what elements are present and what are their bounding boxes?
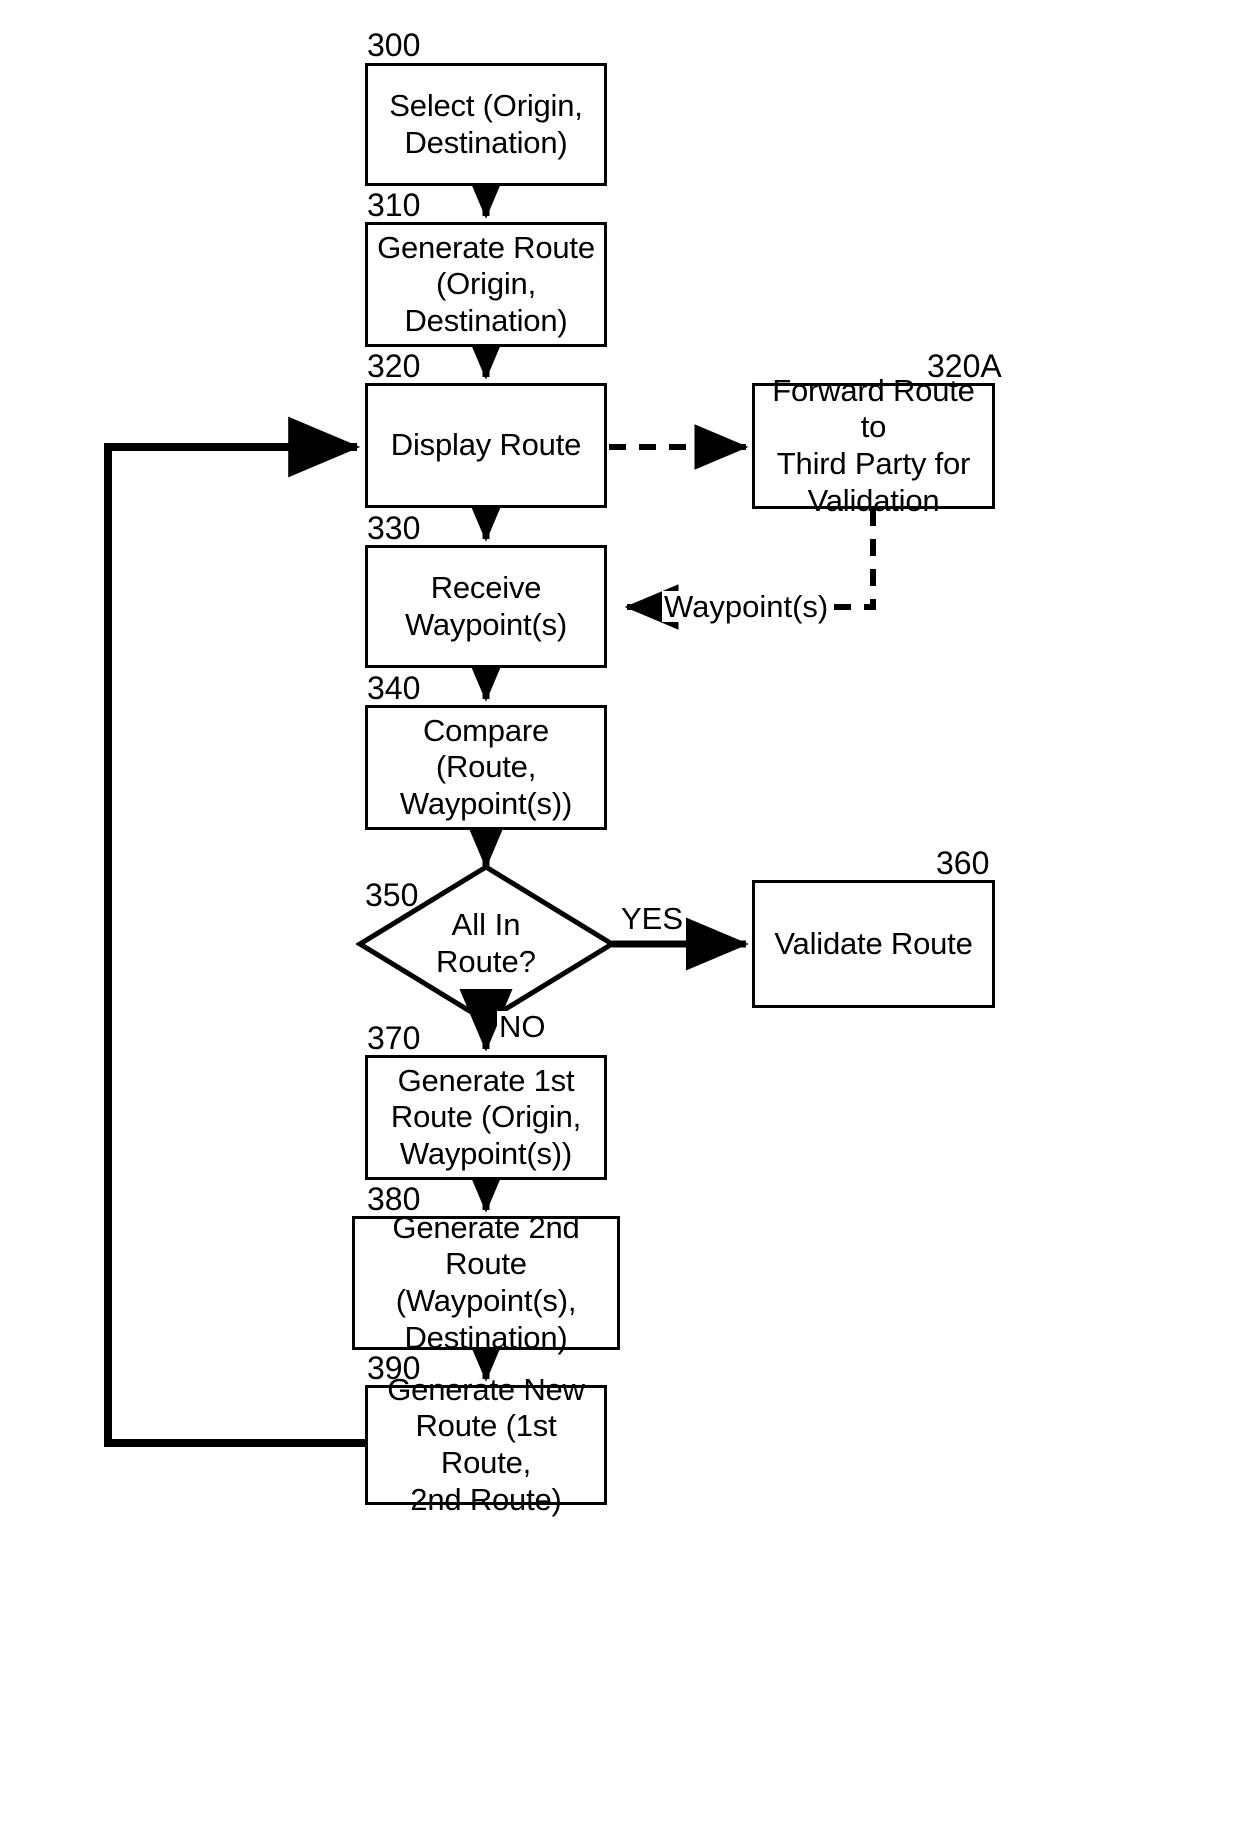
node-380-generate-2nd-route[interactable]: Generate 2nd Route (Waypoint(s), Destina… bbox=[352, 1210, 620, 1355]
ref-label-360: 360 bbox=[936, 845, 990, 881]
ref-label-320: 320 bbox=[367, 348, 421, 384]
node-330-receive-waypoints[interactable]: Receive Waypoint(s) bbox=[365, 545, 607, 668]
ref-label-310: 310 bbox=[367, 187, 421, 223]
edge-label-yes: YES bbox=[619, 901, 686, 936]
ref-label-390: 390 bbox=[367, 1350, 421, 1386]
node-340-compare-route-waypoints[interactable]: Compare (Route, Waypoint(s)) bbox=[365, 705, 607, 830]
node-300-select-origin-destination[interactable]: Select (Origin, Destination) bbox=[365, 63, 607, 186]
ref-label-380: 380 bbox=[367, 1181, 421, 1217]
ref-label-330: 330 bbox=[367, 510, 421, 546]
edge-label-waypoints: Waypoint(s) bbox=[662, 589, 831, 624]
node-310-generate-route[interactable]: Generate Route (Origin, Destination) bbox=[365, 222, 607, 347]
ref-label-370: 370 bbox=[367, 1020, 421, 1056]
ref-label-320A: 320A bbox=[927, 348, 1002, 384]
ref-label-300: 300 bbox=[367, 27, 421, 63]
ref-label-340: 340 bbox=[367, 670, 421, 706]
node-360-validate-route[interactable]: Validate Route bbox=[752, 880, 995, 1008]
flowchart-figure: Select (Origin, Destination) 300 Generat… bbox=[0, 0, 1240, 1846]
node-320-display-route[interactable]: Display Route bbox=[365, 383, 607, 508]
node-390-generate-new-route[interactable]: Generate New Route (1st Route, 2nd Route… bbox=[365, 1372, 607, 1517]
node-370-generate-1st-route[interactable]: Generate 1st Route (Origin, Waypoint(s)) bbox=[365, 1055, 607, 1180]
ref-label-350: 350 bbox=[365, 877, 419, 913]
edge-label-no: NO bbox=[497, 1009, 548, 1044]
node-320A-forward-route-third-party[interactable]: Forward Route to Third Party for Validat… bbox=[752, 373, 995, 518]
edge-390-320-feedback bbox=[104, 416, 365, 1447]
